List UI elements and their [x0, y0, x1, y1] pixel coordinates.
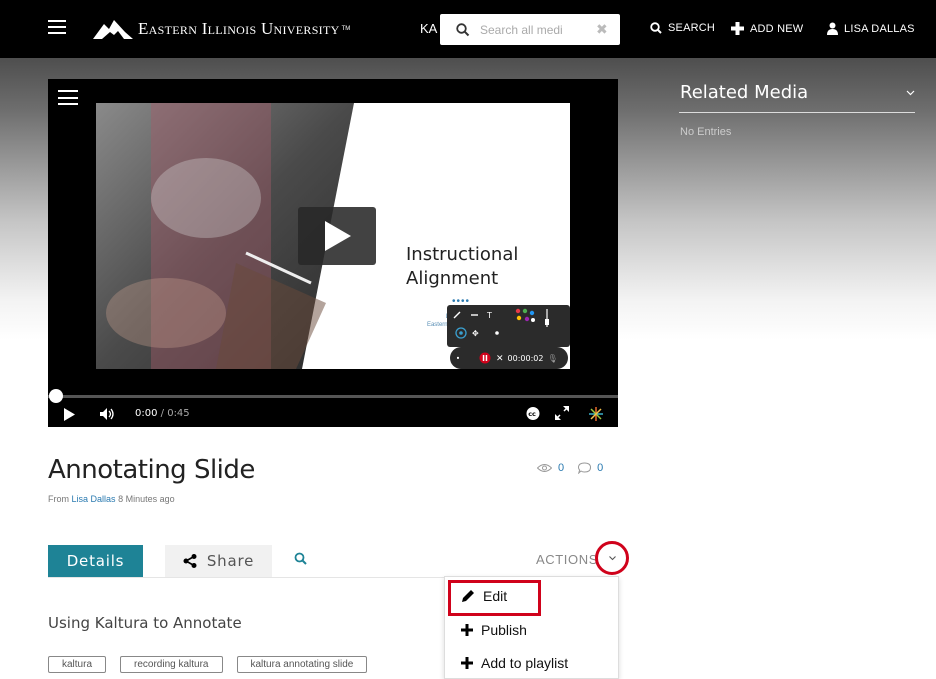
- add-new-label: ADD NEW: [750, 22, 804, 35]
- actions-dropdown-toggle[interactable]: [595, 541, 629, 575]
- play-icon: [325, 221, 351, 251]
- media-stats: 0 0: [537, 462, 617, 474]
- plus-icon: [731, 22, 744, 35]
- play-button[interactable]: [298, 207, 376, 265]
- views-value: 0: [558, 462, 565, 474]
- tag[interactable]: recording kaltura: [120, 656, 223, 673]
- time-display: 0:00 / 0:45: [135, 408, 190, 419]
- recording-time: 00:00:02: [507, 353, 544, 363]
- svg-text:cc: cc: [528, 410, 536, 418]
- related-media-title: Related Media: [680, 82, 809, 103]
- player-menu-icon[interactable]: [58, 90, 78, 105]
- media-description: Using Kaltura to Annotate: [48, 614, 242, 632]
- tag[interactable]: kaltura: [48, 656, 107, 673]
- annotation-tools-icon: T ✥: [453, 308, 549, 339]
- menu-item-add-to-playlist[interactable]: Add to playlist: [461, 655, 568, 671]
- current-time: 0:00: [135, 408, 158, 419]
- search-icon[interactable]: [294, 552, 307, 565]
- search-input[interactable]: [480, 22, 592, 37]
- video-player[interactable]: Instructional Alignment •••• Lisa Da Eas…: [48, 79, 618, 427]
- slide-title: Instructional Alignment: [406, 243, 518, 291]
- add-new-button[interactable]: ADD NEW: [731, 22, 803, 35]
- annotation-toolbar: T ✥: [447, 305, 570, 347]
- search-box: ✖: [440, 14, 620, 45]
- slide-title-line2: Alignment: [406, 268, 499, 289]
- play-small-icon[interactable]: [63, 408, 75, 421]
- chevron-down-icon: [609, 556, 616, 561]
- menu-item-add-to-playlist-label: Add to playlist: [481, 655, 569, 671]
- menu-item-publish[interactable]: Publish: [461, 622, 527, 638]
- user-name: LISA DALLAS: [844, 22, 915, 35]
- byline: From Lisa Dallas 8 Minutes ago: [48, 494, 175, 504]
- tag[interactable]: kaltura annotating slide: [236, 656, 368, 673]
- search-button-label: SEARCH: [668, 22, 716, 34]
- views-count: 0: [537, 462, 564, 474]
- menu-icon[interactable]: [48, 20, 66, 34]
- author-link[interactable]: Lisa Dallas: [72, 494, 116, 504]
- related-divider: [679, 112, 915, 113]
- byline-prefix: From: [48, 494, 69, 504]
- search-icon: [456, 22, 470, 36]
- tag-list: kaltura recording kaltura kaltura annota…: [48, 656, 381, 673]
- svg-text:✥: ✥: [472, 329, 479, 338]
- edit-highlight-box: [448, 580, 541, 616]
- kaltura-logo-icon[interactable]: [588, 406, 604, 422]
- search-icon: [650, 22, 662, 34]
- chevron-down-icon[interactable]: [906, 90, 915, 96]
- truncated-nav-link[interactable]: KA: [420, 21, 437, 36]
- top-navbar: Eastern Illinois University TM KA ✖ SEAR…: [0, 0, 936, 58]
- byline-suffix: 8 Minutes ago: [118, 494, 175, 504]
- fullscreen-icon[interactable]: [555, 406, 569, 420]
- tab-details[interactable]: Details: [48, 545, 143, 577]
- plus-icon: [461, 624, 473, 636]
- tab-share[interactable]: Share: [165, 545, 272, 577]
- mic-icon[interactable]: 🎙: [547, 354, 557, 363]
- tab-share-label: Share: [206, 552, 255, 570]
- clear-search-icon[interactable]: ✖: [596, 21, 608, 38]
- volume-icon[interactable]: [100, 408, 116, 420]
- progress-track[interactable]: [48, 395, 618, 398]
- actions-button[interactable]: ACTIONS: [536, 552, 598, 567]
- player-controls: 0:00 / 0:45 cc: [48, 401, 618, 427]
- university-logo[interactable]: Eastern Illinois University TM: [92, 12, 350, 46]
- recording-bar: ✕ 00:00:02 🎙: [450, 347, 568, 369]
- user-icon: [827, 22, 838, 35]
- pause-record-icon[interactable]: [479, 352, 491, 364]
- tabs-divider: [48, 577, 444, 578]
- stop-record-icon[interactable]: [457, 352, 479, 364]
- search-button[interactable]: SEARCH: [650, 22, 715, 34]
- duration: / 0:45: [160, 408, 190, 419]
- panther-logo-icon: [93, 20, 133, 39]
- user-menu[interactable]: LISA DALLAS: [827, 22, 915, 35]
- comments-count[interactable]: 0: [578, 462, 603, 474]
- comments-value: 0: [597, 462, 604, 474]
- slide-title-line1: Instructional: [406, 244, 519, 265]
- cancel-record-icon[interactable]: ✕: [496, 353, 504, 364]
- comment-icon: [578, 462, 592, 474]
- logo-trademark: TM: [341, 26, 351, 32]
- share-icon: [183, 554, 197, 568]
- closed-captions-icon[interactable]: cc: [526, 407, 540, 420]
- plus-icon: [461, 657, 473, 669]
- eye-icon: [537, 464, 552, 472]
- menu-item-publish-label: Publish: [481, 622, 527, 638]
- logo-text: Eastern Illinois University: [138, 19, 340, 38]
- media-title: Annotating Slide: [48, 455, 255, 485]
- svg-text:T: T: [486, 311, 492, 320]
- related-empty-text: No Entries: [680, 126, 732, 138]
